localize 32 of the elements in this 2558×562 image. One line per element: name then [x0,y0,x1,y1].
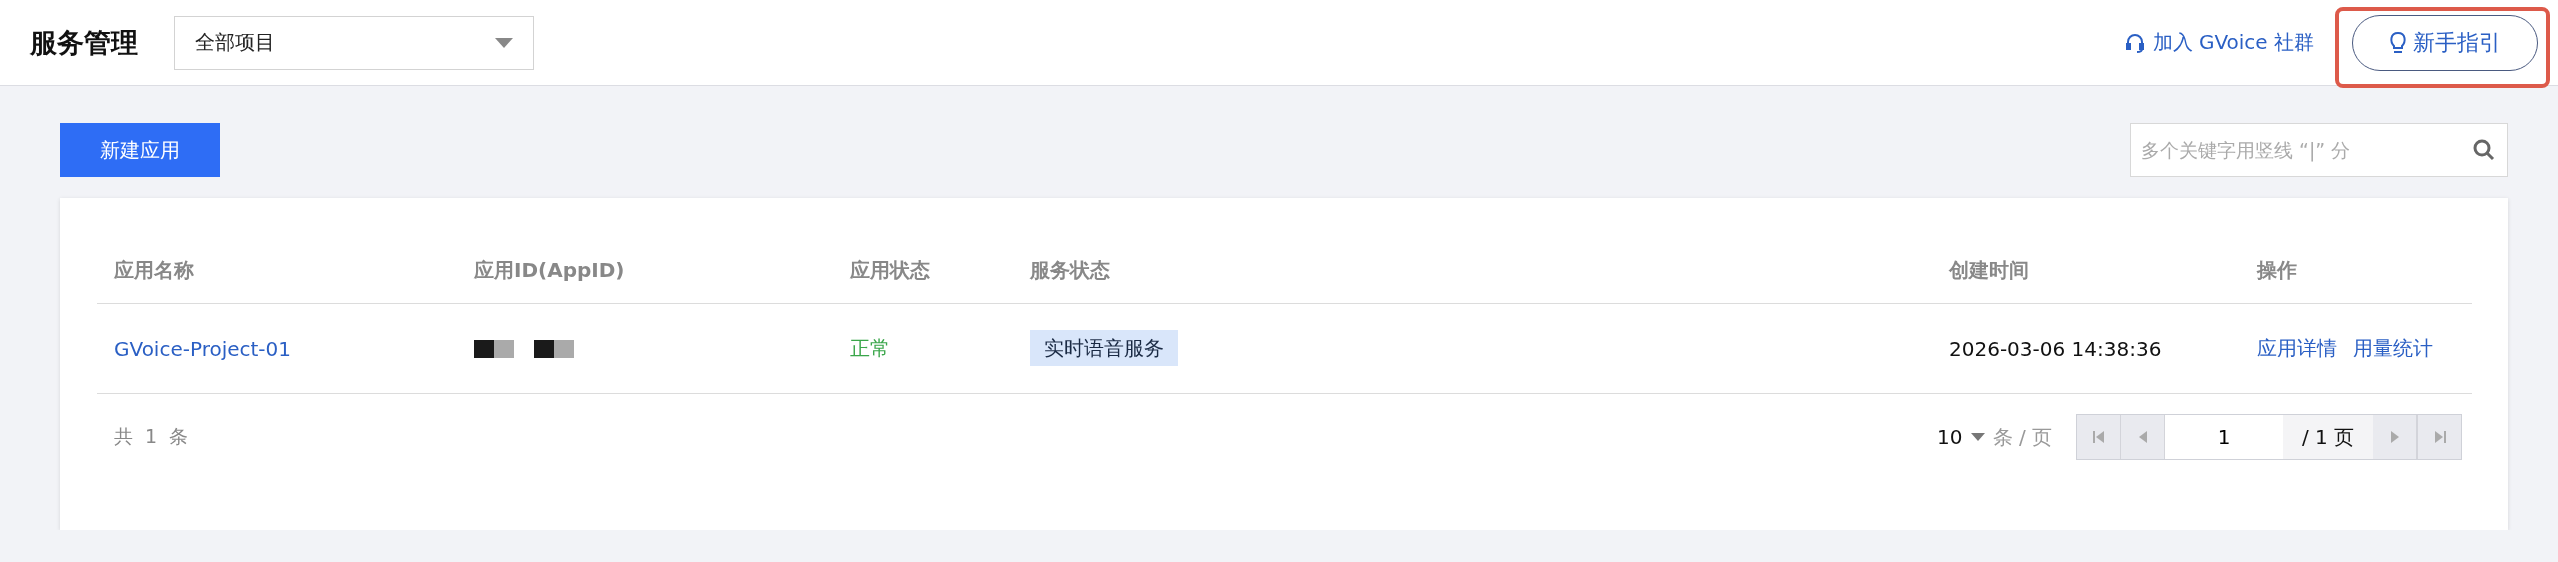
caret-icon [495,37,513,48]
column-header: 创建时间 [1947,257,2030,284]
total-count: 共 1 条 [114,424,192,449]
right-triangle-icon [2388,430,2401,444]
lightbulb-icon [2389,30,2407,55]
column-header: 服务状态 [1028,257,1111,284]
guide-button[interactable]: 新手指引 [2352,14,2538,71]
service-tag: 实时语音服务 [1030,330,1178,366]
page-size[interactable]: 10 [1937,425,1963,449]
page-title: 服务管理 [30,25,138,60]
headset-icon [2124,32,2145,53]
app-name-link[interactable]: GVoice-Project-01 [97,336,457,361]
page-total: / 1 页 [2283,415,2373,459]
page-input[interactable]: 1 [2165,415,2283,459]
status-text: 正常 [849,335,891,362]
page-size-unit: 条 / 页 [1992,423,2052,451]
created-time: 2026-03-06 14:38:36 [1948,336,2163,361]
column-header: 应用状态 [849,257,931,284]
search-icon[interactable] [2472,138,2496,162]
column-header: 应用名称 [113,257,195,284]
new-app-button[interactable]: 新建应用 [60,123,220,177]
redacted-mark [534,339,574,358]
community-link[interactable]: 加入 GVoice 社群 [2124,29,2314,56]
first-page-icon [2091,430,2106,444]
column-header: 应用ID(AppID) [473,257,626,284]
column-header: 操作 [2255,257,2298,284]
last-page-icon [2432,430,2447,444]
search-field[interactable]: 多个关键字用竖线 “|” 分 [2130,123,2508,177]
action-link[interactable]: 应用详情 [2257,335,2337,362]
project-select[interactable]: 全部项目 [174,15,534,70]
action-link[interactable]: 用量统计 [2353,335,2433,362]
caret-icon[interactable] [1970,433,1985,441]
